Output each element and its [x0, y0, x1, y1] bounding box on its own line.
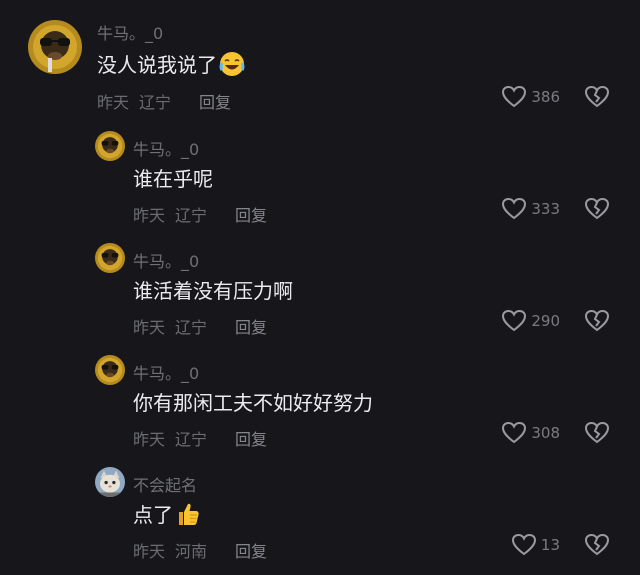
reply-item: 不会起名 点了 昨天 河南 回复 13 [0, 451, 640, 575]
reply-item: 牛马。_0 谁在乎呢 昨天 辽宁 回复 333 [0, 115, 640, 227]
dislike-button[interactable] [584, 85, 610, 109]
avatar[interactable] [28, 20, 82, 74]
comment-time: 昨天 [133, 206, 166, 225]
like-count: 13 [540, 536, 560, 554]
heart-icon [511, 533, 536, 556]
comment-location: 辽宁 [139, 93, 172, 112]
dislike-button[interactable] [584, 309, 610, 333]
heart-icon [502, 197, 527, 220]
comment-time: 昨天 [133, 430, 166, 449]
like-count: 386 [531, 88, 560, 106]
comment-time: 昨天 [97, 93, 130, 112]
monkey-avatar-icon [95, 355, 125, 385]
avatar[interactable] [95, 131, 125, 161]
comment-text: 你有那闲工夫不如好好努力 [133, 387, 373, 416]
comment-text-content: 谁在乎呢 [133, 167, 213, 191]
comment-text-content: 你有那闲工夫不如好好努力 [133, 391, 373, 415]
broken-heart-icon [584, 309, 610, 332]
monkey-avatar-icon [95, 131, 125, 161]
comment-location: 河南 [175, 542, 208, 561]
comment-time: 昨天 [133, 318, 166, 337]
comment-meta: 昨天 辽宁 回复 [97, 89, 231, 113]
comment-location: 辽宁 [175, 206, 208, 225]
comment-username[interactable]: 牛马。_0 [97, 20, 163, 44]
comment-item: 牛马。_0 没人说我说了 昨天 辽宁 回复 386 [0, 0, 640, 115]
comment-text: 点了 [133, 499, 201, 528]
reply-item: 牛马。_0 你有那闲工夫不如好好努力 昨天 辽宁 回复 308 [0, 339, 640, 451]
dislike-button[interactable] [584, 533, 610, 557]
heart-icon [502, 421, 527, 444]
avatar[interactable] [95, 355, 125, 385]
like-button[interactable]: 308 [501, 421, 560, 445]
comment-meta: 昨天 辽宁 回复 [133, 314, 267, 338]
comment-username[interactable]: 牛马。_0 [133, 248, 199, 272]
comment-username[interactable]: 牛马。_0 [133, 360, 199, 384]
reply-button[interactable]: 回复 [199, 89, 231, 113]
comment-time: 昨天 [133, 542, 166, 561]
dislike-button[interactable] [584, 421, 610, 445]
like-count: 308 [531, 424, 560, 442]
avatar[interactable] [95, 243, 125, 273]
like-button[interactable]: 290 [501, 309, 560, 333]
monkey-avatar-icon [28, 20, 82, 74]
comment-text-content: 没人说我说了 [97, 53, 217, 77]
heart-icon [502, 85, 527, 108]
cat-avatar-icon [95, 467, 125, 497]
reply-button[interactable]: 回复 [235, 426, 267, 450]
comment-meta: 昨天 辽宁 回复 [133, 202, 267, 226]
comment-text: 谁活着没有压力啊 [133, 275, 293, 304]
comment-text: 谁在乎呢 [133, 163, 213, 192]
comment-text: 没人说我说了 [97, 49, 245, 78]
comment-meta: 昨天 河南 回复 [133, 538, 267, 562]
monkey-avatar-icon [95, 243, 125, 273]
like-button[interactable]: 386 [501, 85, 560, 109]
broken-heart-icon [584, 197, 610, 220]
like-count: 333 [531, 200, 560, 218]
dislike-button[interactable] [584, 197, 610, 221]
broken-heart-icon [584, 421, 610, 444]
heart-icon [502, 309, 527, 332]
reply-button[interactable]: 回复 [235, 538, 267, 562]
reply-button[interactable]: 回复 [235, 314, 267, 338]
comment-username[interactable]: 不会起名 [133, 472, 197, 496]
like-button[interactable]: 13 [511, 533, 560, 557]
comment-location: 辽宁 [175, 318, 208, 337]
comment-text-content: 点了 [133, 503, 173, 527]
comment-text-content: 谁活着没有压力啊 [133, 279, 293, 303]
like-count: 290 [531, 312, 560, 330]
reply-item: 牛马。_0 谁活着没有压力啊 昨天 辽宁 回复 290 [0, 227, 640, 339]
like-button[interactable]: 333 [501, 197, 560, 221]
comment-meta: 昨天 辽宁 回复 [133, 426, 267, 450]
comment-location: 辽宁 [175, 430, 208, 449]
reply-button[interactable]: 回复 [235, 202, 267, 226]
comment-username[interactable]: 牛马。_0 [133, 136, 199, 160]
broken-heart-icon [584, 85, 610, 108]
laughing-crying-emoji-icon [219, 51, 245, 77]
avatar[interactable] [95, 467, 125, 497]
broken-heart-icon [584, 533, 610, 556]
thumbs-up-emoji-icon [175, 501, 201, 527]
